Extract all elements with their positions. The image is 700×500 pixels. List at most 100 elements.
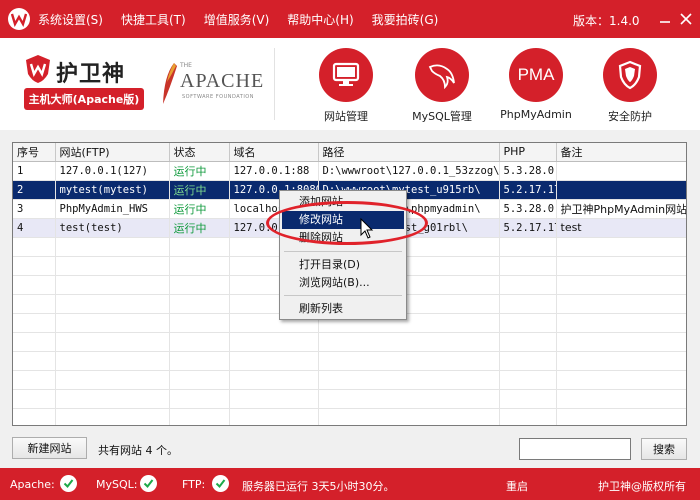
apache-logo: THE APACHE SOFTWARE FOUNDATION [160, 60, 263, 108]
empty-cell [13, 332, 56, 352]
cell-path: D:\wwwroot\127.0.0.1_53zzog\ [318, 161, 500, 181]
cell-status: 运行中 [169, 218, 230, 238]
restart-link[interactable]: 重启 [506, 478, 528, 494]
empty-cell [556, 351, 686, 371]
ctx-browse-site[interactable]: 浏览网站(B)... [282, 274, 404, 292]
empty-cell [55, 237, 170, 257]
apache-prefix: THE [180, 62, 192, 69]
empty-cell [499, 275, 557, 295]
empty-cell [229, 332, 319, 352]
table-row[interactable]: 1 127.0.0.1(127) 运行中 127.0.0.1:88 D:\wwwroot… [13, 161, 686, 181]
empty-cell [169, 408, 230, 425]
empty-row [13, 332, 686, 352]
apache-status-label: Apache: [10, 478, 55, 491]
cell-index: 1 [13, 161, 56, 181]
empty-cell [55, 389, 170, 409]
version-label: 版本：1.4.0 [573, 14, 640, 28]
empty-cell [169, 256, 230, 276]
cell-domain: 127.0.0.1:88 [229, 161, 319, 181]
ftp-status-label: FTP: [182, 478, 206, 491]
empty-cell [169, 294, 230, 314]
shield-icon [603, 48, 657, 102]
empty-cell [499, 332, 557, 352]
empty-cell [13, 275, 56, 295]
empty-cell [556, 370, 686, 390]
cell-site: mytest(mytest) [55, 180, 170, 200]
empty-cell [55, 313, 170, 333]
empty-cell [169, 389, 230, 409]
empty-cell [13, 294, 56, 314]
cell-site: 127.0.0.1(127) [55, 161, 170, 181]
cell-index: 3 [13, 199, 56, 219]
empty-cell [169, 370, 230, 390]
mysql-dolphin-icon [415, 48, 469, 102]
tool-mysql-management[interactable]: MySQL管理 [402, 48, 482, 128]
empty-row [13, 370, 686, 390]
cell-remark: test [556, 218, 686, 238]
tool-label: PhpMyAdmin [500, 108, 572, 121]
empty-cell [55, 370, 170, 390]
empty-cell [169, 351, 230, 371]
empty-cell [556, 408, 686, 425]
tool-security[interactable]: 安全防护 [590, 48, 670, 128]
empty-cell [13, 370, 56, 390]
menu-quick-tools[interactable]: 快捷工具(T) [121, 11, 186, 28]
menu-feedback[interactable]: 我要拍砖(G) [372, 11, 439, 28]
empty-cell [229, 389, 319, 409]
empty-cell [55, 351, 170, 371]
empty-cell [499, 408, 557, 425]
ctx-separator [284, 251, 402, 252]
col-header-remark[interactable]: 备注 [556, 143, 686, 162]
empty-cell [556, 294, 686, 314]
cell-remark: 护卫神PhpMyAdmin网站 [556, 199, 686, 219]
empty-cell [55, 294, 170, 314]
ctx-separator [284, 295, 402, 296]
empty-cell [13, 408, 56, 425]
col-header-status[interactable]: 状态 [169, 143, 230, 162]
cell-remark [556, 180, 686, 200]
brand-name: 护卫神 [56, 62, 126, 87]
col-header-domain[interactable]: 域名 [229, 143, 319, 162]
ftp-ok-icon [212, 475, 229, 492]
menu-help-center[interactable]: 帮助中心(H) [287, 11, 353, 28]
menu-system-settings[interactable]: 系统设置(S) [38, 11, 103, 28]
brand-shield-icon [26, 55, 50, 83]
col-header-index[interactable]: 序号 [13, 143, 56, 162]
title-menu-bar: 系统设置(S) 快捷工具(T) 增值服务(V) 帮助中心(H) 我要拍砖(G) … [0, 0, 700, 38]
minimize-icon[interactable] [656, 10, 674, 28]
table-header-row: 序号 网站(FTP) 状态 域名 路径 PHP 备注 [13, 143, 686, 162]
header-toolbar: 护卫神 主机大师(Apache版) THE APACHE SOFTWARE FO… [0, 38, 700, 130]
empty-cell [499, 370, 557, 390]
cell-status: 运行中 [169, 180, 230, 200]
search-input[interactable] [519, 438, 631, 460]
tool-phpmyadmin[interactable]: PMA PhpMyAdmin [496, 48, 576, 128]
ctx-refresh-list[interactable]: 刷新列表 [282, 300, 404, 318]
empty-cell [169, 313, 230, 333]
empty-cell [13, 313, 56, 333]
monitor-icon [319, 48, 373, 102]
empty-cell [229, 408, 319, 425]
tool-site-management[interactable]: 网站管理 [306, 48, 386, 128]
cell-site: test(test) [55, 218, 170, 238]
col-header-site[interactable]: 网站(FTP) [55, 143, 170, 162]
empty-cell [318, 408, 500, 425]
search-button[interactable]: 搜索 [641, 438, 687, 460]
empty-cell [318, 389, 500, 409]
menu-value-added[interactable]: 增值服务(V) [204, 11, 270, 28]
col-header-path[interactable]: 路径 [318, 143, 500, 162]
tool-label: 安全防护 [608, 110, 652, 123]
new-site-button[interactable]: 新建网站 [12, 437, 87, 459]
empty-cell [169, 275, 230, 295]
tool-label: 网站管理 [324, 110, 368, 123]
ctx-open-directory[interactable]: 打开目录(D) [282, 256, 404, 274]
brand-logo: 护卫神 主机大师(Apache版) [24, 54, 144, 116]
empty-row [13, 389, 686, 409]
header-divider [274, 48, 275, 120]
cell-status: 运行中 [169, 199, 230, 219]
empty-row [13, 351, 686, 371]
empty-cell [55, 275, 170, 295]
mysql-status-label: MySQL: [96, 478, 138, 491]
empty-cell [556, 389, 686, 409]
col-header-php[interactable]: PHP [499, 143, 557, 162]
close-icon[interactable] [677, 10, 695, 28]
